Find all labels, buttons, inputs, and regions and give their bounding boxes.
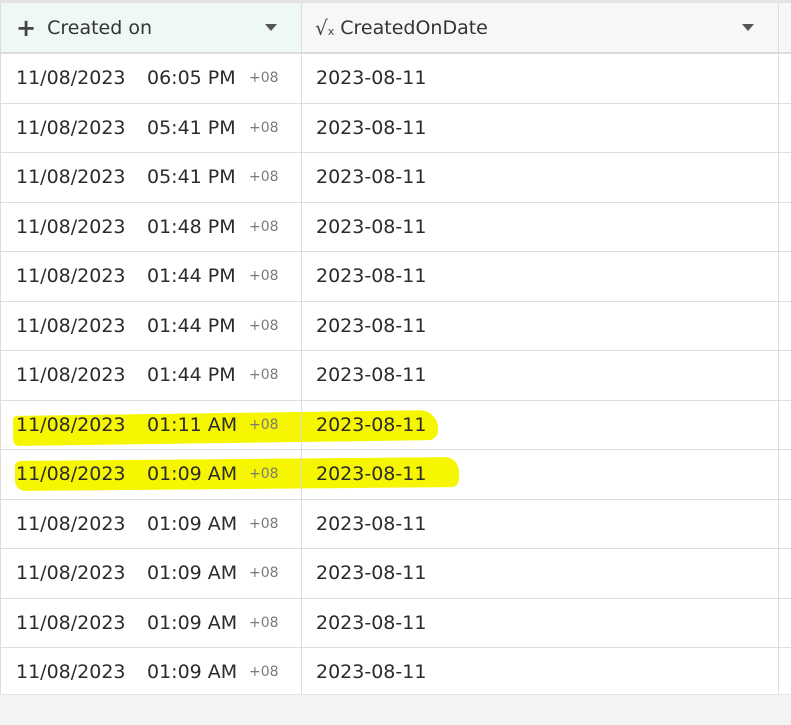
- created-on-date: 11/08/2023: [16, 215, 126, 238]
- column-title: CreatedOnDate: [340, 16, 488, 39]
- created-on-date: 11/08/2023: [16, 512, 126, 535]
- created-on-date: 11/08/2023: [16, 562, 126, 585]
- table-row[interactable]: 11/08/2023 01:09 AM +08 2023-08-11: [1, 549, 791, 599]
- created-on-time: 01:09 AM: [147, 611, 238, 634]
- created-on-date: 11/08/2023: [16, 116, 126, 139]
- timezone-offset: +08: [249, 169, 279, 186]
- created-on-date-value: 2023-08-11: [316, 661, 427, 684]
- table-row[interactable]: 11/08/2023 01:48 PM +08 2023-08-11: [1, 203, 791, 252]
- column-header-created-on[interactable]: + Created on: [1, 3, 301, 52]
- created-on-date: 11/08/2023: [16, 463, 126, 486]
- timezone-offset: +08: [249, 664, 279, 681]
- table-row[interactable]: 11/08/2023 01:44 PM +08 2023-08-11: [1, 302, 791, 351]
- created-on-date-value: 2023-08-11: [316, 463, 427, 486]
- table-row[interactable]: 11/08/2023 01:09 AM +08 2023-08-11: [1, 648, 791, 694]
- chevron-down-icon[interactable]: [742, 24, 754, 31]
- created-on-date: 11/08/2023: [16, 413, 126, 436]
- grid-header: + Created on √x CreatedOnDate: [1, 3, 791, 53]
- created-on-date-value: 2023-08-11: [316, 512, 427, 535]
- created-on-time: 06:05 PM: [147, 67, 236, 90]
- timezone-offset: +08: [249, 218, 279, 235]
- formula-icon: √x: [315, 15, 335, 40]
- timezone-offset: +08: [249, 367, 279, 384]
- created-on-time: 01:48 PM: [147, 215, 236, 238]
- timezone-offset: +08: [249, 268, 279, 285]
- table-row[interactable]: 11/08/2023 05:41 PM +08 2023-08-11: [1, 153, 791, 203]
- created-on-time: 01:09 AM: [147, 512, 238, 535]
- column-divider: [301, 3, 302, 694]
- table-row[interactable]: 11/08/2023 01:44 PM +08 2023-08-11: [1, 351, 791, 401]
- column-title: Created on: [47, 16, 153, 39]
- created-on-date-value: 2023-08-11: [316, 611, 427, 634]
- created-on-date: 11/08/2023: [16, 265, 126, 288]
- table-row[interactable]: 11/08/2023 01:09 AM +08 2023-08-11: [1, 450, 791, 500]
- timezone-offset: +08: [249, 614, 279, 631]
- timezone-offset: +08: [249, 317, 279, 334]
- created-on-time: 01:44 PM: [147, 314, 236, 337]
- grid-footer: [0, 694, 791, 725]
- created-on-date: 11/08/2023: [16, 364, 126, 387]
- table-row[interactable]: 11/08/2023 06:05 PM +08 2023-08-11: [1, 54, 791, 104]
- timezone-offset: +08: [249, 70, 279, 87]
- timezone-offset: +08: [249, 119, 279, 136]
- created-on-date: 11/08/2023: [16, 314, 126, 337]
- created-on-date-value: 2023-08-11: [316, 413, 427, 436]
- timezone-offset: +08: [249, 466, 279, 483]
- created-on-time: 01:09 AM: [147, 463, 238, 486]
- table-row[interactable]: 11/08/2023 05:41 PM +08 2023-08-11: [1, 104, 791, 153]
- column-header-next[interactable]: [778, 3, 791, 52]
- created-on-date: 11/08/2023: [16, 661, 126, 684]
- created-on-date: 11/08/2023: [16, 611, 126, 634]
- created-on-date-value: 2023-08-11: [316, 116, 427, 139]
- table-row[interactable]: 11/08/2023 01:09 AM +08 2023-08-11: [1, 500, 791, 549]
- created-on-time: 01:44 PM: [147, 265, 236, 288]
- created-on-date: 11/08/2023: [16, 67, 126, 90]
- created-on-date-value: 2023-08-11: [316, 67, 427, 90]
- created-on-date-value: 2023-08-11: [316, 265, 427, 288]
- timezone-offset: +08: [249, 416, 279, 433]
- created-on-time: 01:11 AM: [147, 413, 238, 436]
- created-on-date: 11/08/2023: [16, 166, 126, 189]
- column-divider: [778, 3, 779, 694]
- table-row[interactable]: 11/08/2023 01:09 AM +08 2023-08-11: [1, 599, 791, 648]
- table-row[interactable]: 11/08/2023 01:44 PM +08 2023-08-11: [1, 252, 791, 302]
- plus-icon: +: [16, 13, 37, 42]
- created-on-time: 05:41 PM: [147, 166, 236, 189]
- created-on-time: 01:09 AM: [147, 562, 238, 585]
- timezone-offset: +08: [249, 515, 279, 532]
- created-on-date-value: 2023-08-11: [316, 562, 427, 585]
- data-grid: 11/08/202306:06 PM+082023-08-1111/08/202…: [0, 3, 791, 694]
- created-on-time: 01:09 AM: [147, 661, 238, 684]
- created-on-date-value: 2023-08-11: [316, 364, 427, 387]
- created-on-date-value: 2023-08-11: [316, 215, 427, 238]
- created-on-time: 01:44 PM: [147, 364, 236, 387]
- created-on-time: 05:41 PM: [147, 116, 236, 139]
- created-on-date-value: 2023-08-11: [316, 166, 427, 189]
- timezone-offset: +08: [249, 565, 279, 582]
- table-row[interactable]: 11/08/2023 01:11 AM +08 2023-08-11: [1, 401, 791, 450]
- column-header-created-on-date[interactable]: √x CreatedOnDate: [301, 3, 778, 52]
- created-on-date-value: 2023-08-11: [316, 314, 427, 337]
- chevron-down-icon[interactable]: [265, 24, 277, 31]
